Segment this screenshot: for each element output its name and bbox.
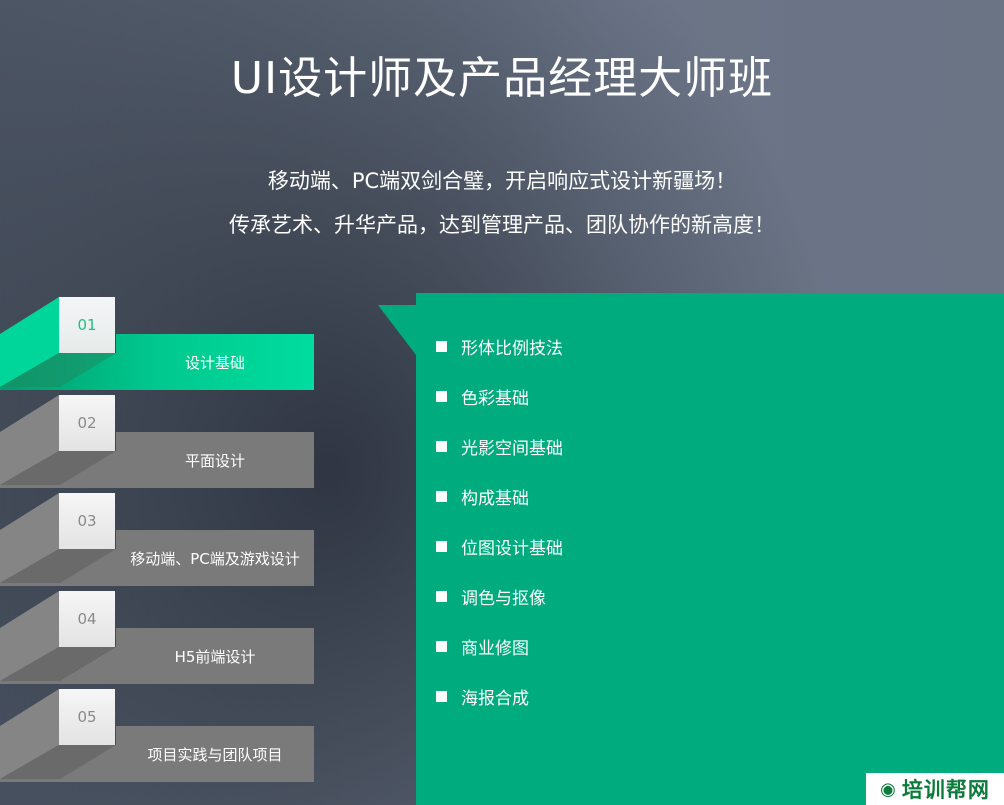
subtitle-line-1: 移动端、PC端双剑合璧，开启响应式设计新疆场！ <box>267 169 737 193</box>
list-item: 调色与抠像 <box>436 571 563 621</box>
square-bullet-icon <box>436 690 447 702</box>
topic-label: 海报合成 <box>461 688 529 709</box>
menu-tab-02[interactable]: 02 平面设计 <box>0 395 314 492</box>
list-item: 海报合成 <box>436 671 563 721</box>
square-bullet-icon <box>436 340 447 352</box>
tab-number: 02 <box>59 395 115 451</box>
tab-label: 设计基础 <box>184 353 245 372</box>
tab-number: 01 <box>59 297 115 353</box>
square-bullet-icon <box>436 640 447 652</box>
tab-number: 05 <box>59 689 115 745</box>
subtitle-line-2: 传承艺术、升华产品，达到管理产品、团队协作的新高度！ <box>229 213 775 237</box>
course-content-panel: 形体比例技法 色彩基础 光影空间基础 构成基础 位图设计基础 调色与抠像 商业修… <box>416 293 1004 805</box>
topic-label: 构成基础 <box>461 488 529 509</box>
topic-label: 形体比例技法 <box>461 338 563 359</box>
square-bullet-icon <box>436 390 447 402</box>
list-item: 构成基础 <box>436 471 563 521</box>
menu-tab-03[interactable]: 03 移动端、PC端及游戏设计 <box>0 493 314 590</box>
course-topic-list: 形体比例技法 色彩基础 光影空间基础 构成基础 位图设计基础 调色与抠像 商业修… <box>436 321 563 721</box>
list-item: 商业修图 <box>436 621 563 671</box>
tab-number: 03 <box>59 493 115 549</box>
tab-number: 04 <box>59 591 115 647</box>
tab-label: 平面设计 <box>184 451 245 470</box>
list-item: 光影空间基础 <box>436 421 563 471</box>
topic-label: 光影空间基础 <box>461 438 563 459</box>
topic-label: 位图设计基础 <box>461 538 563 559</box>
tab-label: 移动端、PC端及游戏设计 <box>130 549 300 568</box>
panel-pointer <box>378 305 416 355</box>
site-watermark: ◉ 培训帮网 <box>866 773 1004 805</box>
topic-label: 色彩基础 <box>461 388 529 409</box>
list-item: 色彩基础 <box>436 371 563 421</box>
square-bullet-icon <box>436 440 447 452</box>
square-bullet-icon <box>436 490 447 502</box>
menu-tab-01[interactable]: 01 设计基础 <box>0 297 314 394</box>
square-bullet-icon <box>436 540 447 552</box>
menu-tab-04[interactable]: 04 H5前端设计 <box>0 591 314 688</box>
square-bullet-icon <box>436 590 447 602</box>
list-item: 位图设计基础 <box>436 521 563 571</box>
tab-label: H5前端设计 <box>174 647 256 666</box>
watermark-text: 培训帮网 <box>901 778 990 802</box>
menu-tab-05[interactable]: 05 项目实践与团队项目 <box>0 689 314 786</box>
tab-label: 项目实践与团队项目 <box>147 745 283 764</box>
topic-label: 商业修图 <box>461 638 529 659</box>
eye-logo-icon: ◉ <box>880 778 896 800</box>
page-title: UI设计师及产品经理大师班 <box>230 53 774 104</box>
topic-label: 调色与抠像 <box>461 588 546 609</box>
list-item: 形体比例技法 <box>436 321 563 371</box>
